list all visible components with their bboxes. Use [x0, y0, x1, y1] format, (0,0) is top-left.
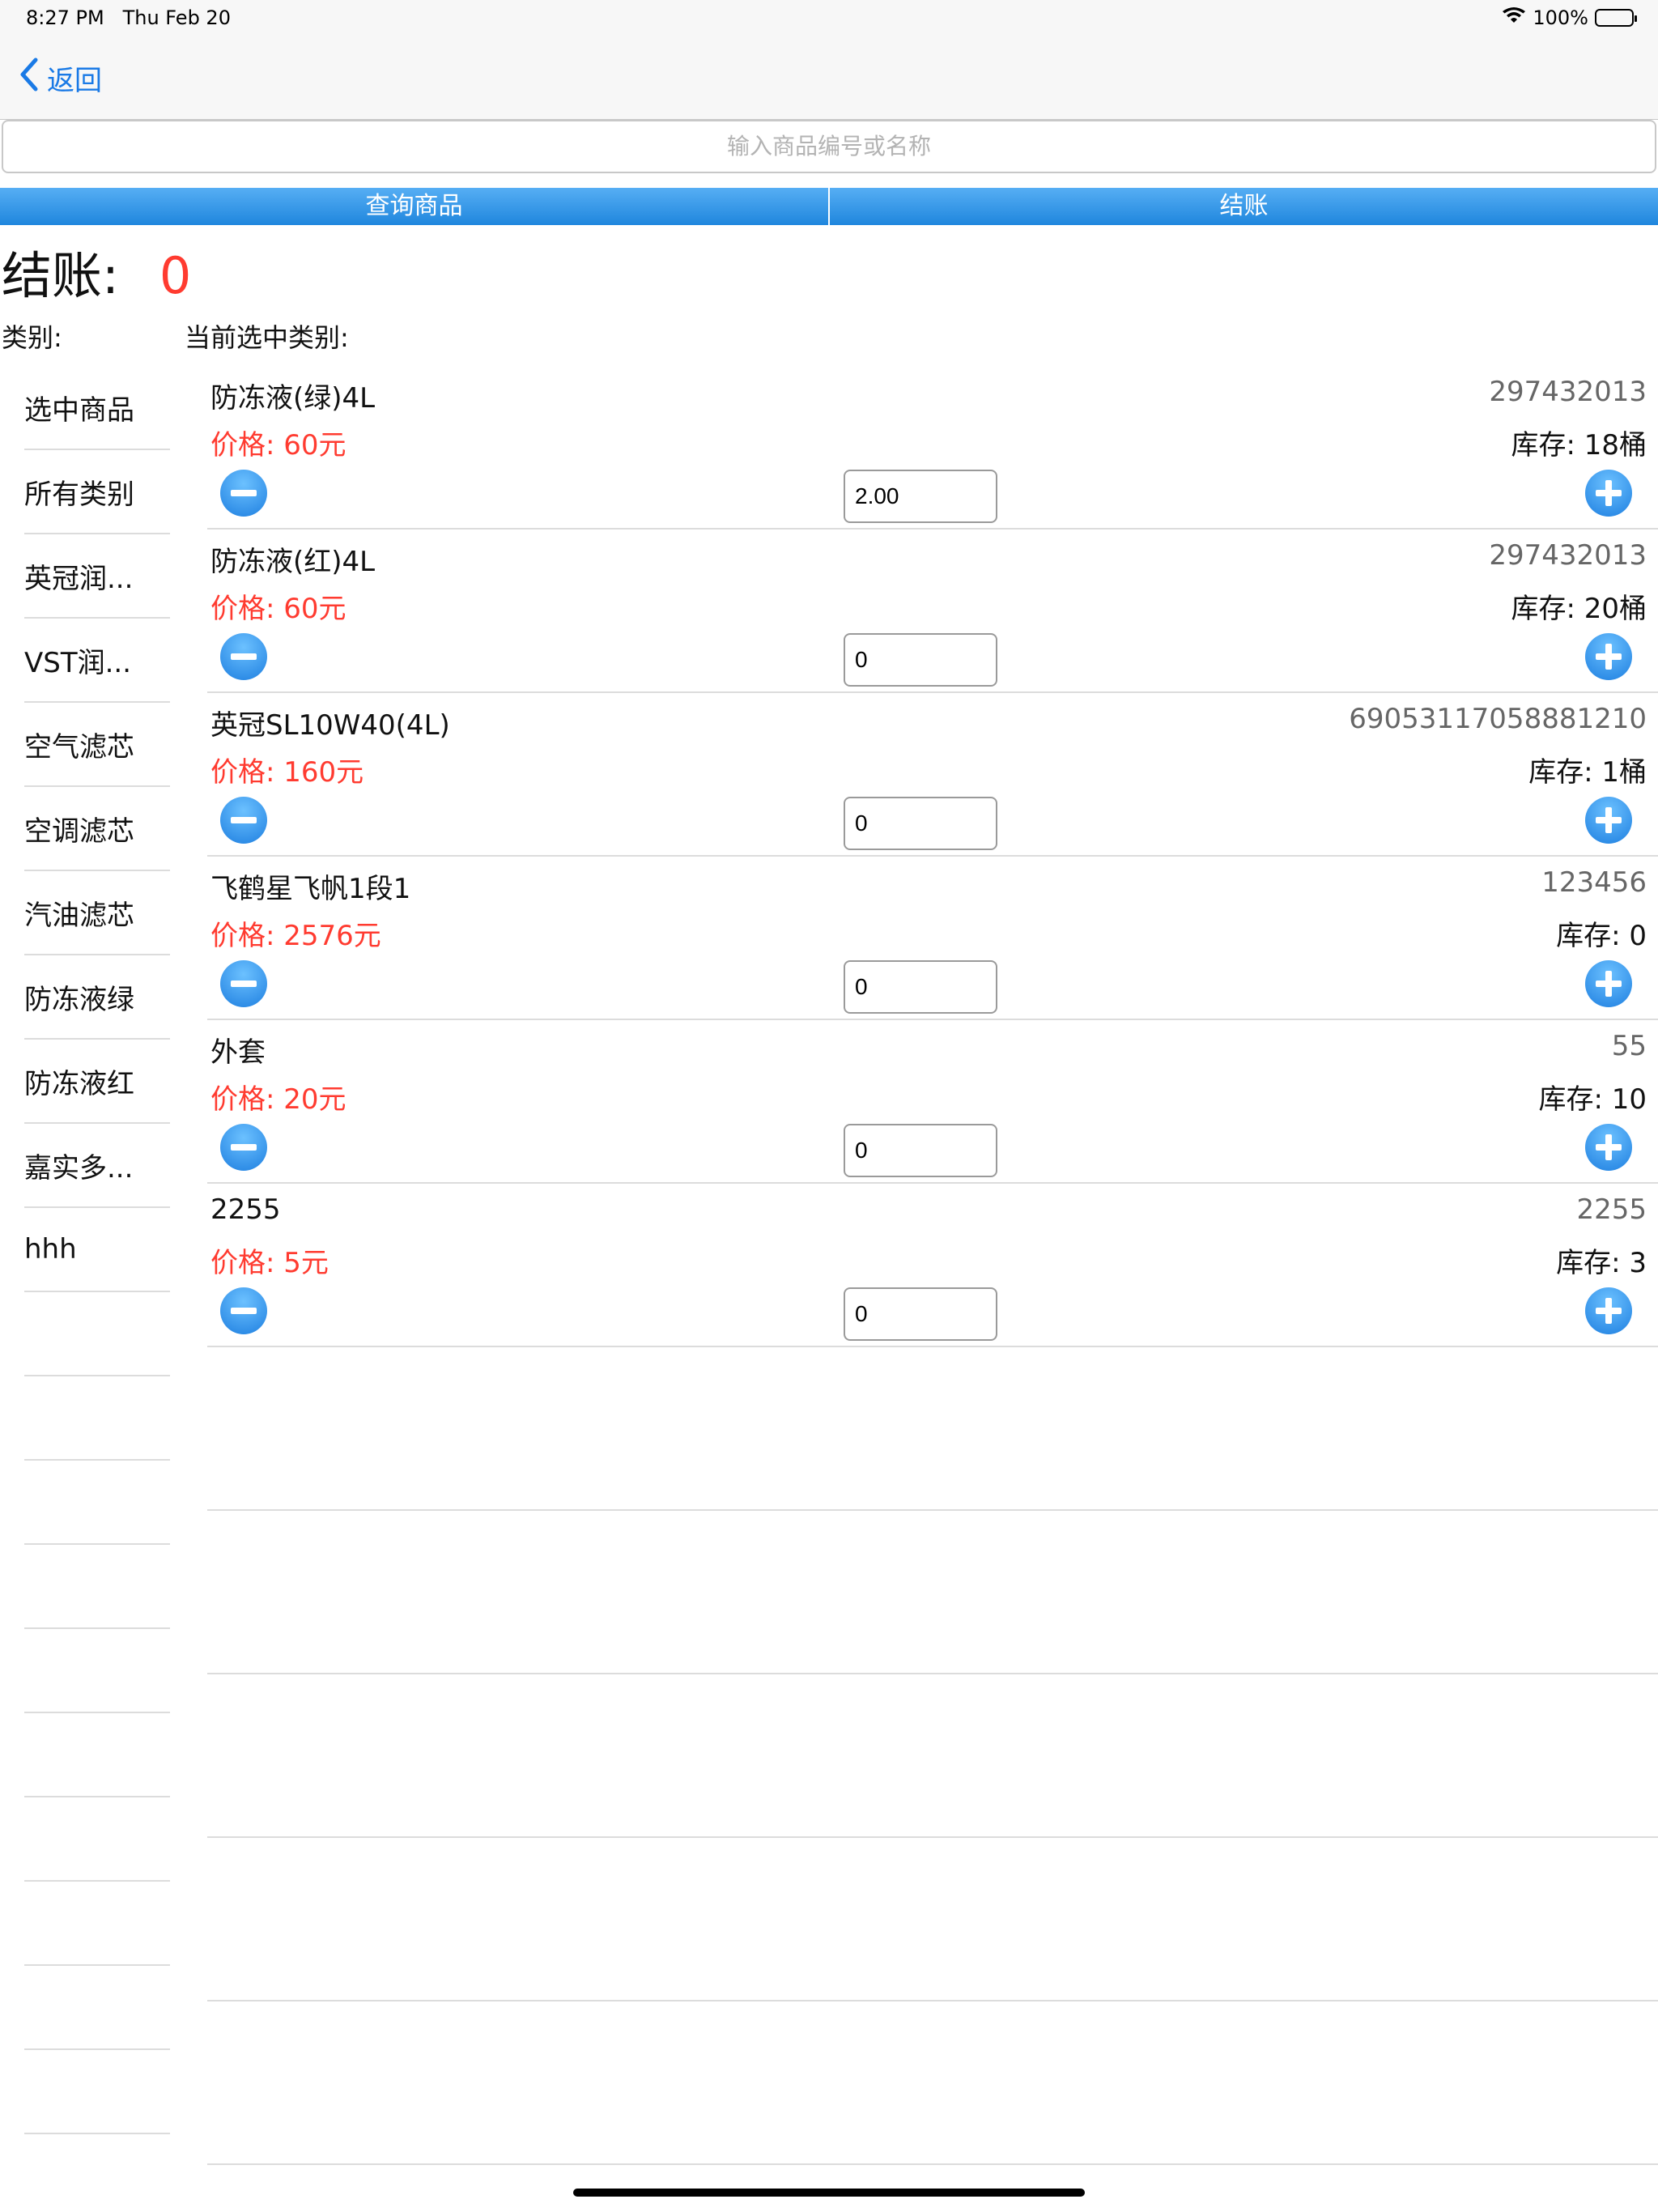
product-code: 297432013 [1489, 539, 1647, 572]
product-code: 297432013 [1489, 376, 1647, 408]
checkout-label: 结账: [2, 246, 119, 305]
quantity-input[interactable] [844, 797, 997, 850]
product-stock: 库存: 1桶 [1528, 756, 1647, 789]
category-empty-row [24, 1797, 170, 1882]
increase-quantity-button[interactable] [1585, 470, 1632, 517]
empty-row [207, 1511, 1658, 1674]
product-stock: 库存: 18桶 [1511, 429, 1647, 462]
category-item[interactable]: 英冠润... [24, 534, 170, 619]
status-time: 8:27 PM Thu Feb 20 [26, 6, 231, 29]
quantity-input[interactable] [844, 470, 997, 523]
wifi-icon [1502, 6, 1526, 29]
category-empty-row [24, 1545, 170, 1629]
decrease-quantity-button[interactable] [220, 797, 267, 844]
tab-bar: 查询商品 结账 [0, 188, 1658, 225]
increase-quantity-button[interactable] [1585, 633, 1632, 680]
category-item[interactable]: 嘉实多... [24, 1124, 170, 1208]
category-empty-row [24, 1376, 170, 1461]
product-stock: 库存: 3 [1556, 1247, 1647, 1279]
increase-quantity-button[interactable] [1585, 960, 1632, 1007]
product-row: 防冻液(绿)4L 297432013 价格: 60元 库存: 18桶 [207, 366, 1658, 530]
product-name: 防冻液(绿)4L [210, 382, 376, 415]
increase-quantity-button[interactable] [1585, 1124, 1632, 1171]
increase-quantity-button[interactable] [1585, 1287, 1632, 1334]
empty-row [207, 1674, 1658, 1838]
checkout-summary: 结账: 0 [2, 235, 191, 308]
home-indicator [573, 2189, 1085, 2197]
product-code: 55 [1611, 1030, 1647, 1062]
product-price: 价格: 60元 [210, 429, 346, 462]
quantity-input[interactable] [844, 1287, 997, 1341]
battery-percentage: 100% [1533, 6, 1588, 29]
chevron-left-icon [18, 57, 40, 100]
category-item[interactable]: 选中商品 [24, 366, 170, 450]
status-bar: 8:27 PM Thu Feb 20 100% [0, 0, 1658, 36]
back-label: 返回 [47, 65, 102, 97]
product-row: 英冠SL10W40(4L) 69053117058881210 价格: 160元… [207, 693, 1658, 857]
navigation-bar: 返回 [0, 36, 1658, 120]
category-item[interactable]: 空调滤芯 [24, 787, 170, 871]
category-empty-row [24, 2050, 170, 2134]
category-empty-row [24, 1292, 170, 1376]
current-category-heading: 当前选中类别: [185, 322, 349, 353]
product-stock: 库存: 20桶 [1511, 593, 1647, 625]
category-item[interactable]: hhh [24, 1208, 170, 1292]
category-item[interactable]: 防冻液红 [24, 1040, 170, 1124]
empty-row [207, 2001, 1658, 2165]
category-item[interactable]: 空气滤芯 [24, 703, 170, 787]
product-price: 价格: 5元 [210, 1247, 329, 1279]
increase-quantity-button[interactable] [1585, 797, 1632, 844]
decrease-quantity-button[interactable] [220, 633, 267, 680]
category-item[interactable]: 汽油滤芯 [24, 871, 170, 955]
empty-row [207, 1838, 1658, 2001]
category-empty-row [24, 1882, 170, 1966]
tab-search-products[interactable]: 查询商品 [0, 188, 828, 225]
category-empty-row [24, 1713, 170, 1797]
product-row: 飞鹤星飞帆1段1 123456 价格: 2576元 库存: 0 [207, 857, 1658, 1020]
empty-row [207, 1347, 1658, 1511]
quantity-input[interactable] [844, 633, 997, 687]
product-name: 2255 [210, 1193, 281, 1226]
checkout-total: 0 [159, 246, 192, 305]
product-price: 价格: 60元 [210, 593, 346, 625]
decrease-quantity-button[interactable] [220, 960, 267, 1007]
product-price: 价格: 20元 [210, 1083, 346, 1116]
category-list: 选中商品 所有类别 英冠润... VST润... 空气滤芯 空调滤芯 汽油滤芯 … [24, 366, 170, 2134]
product-row: 外套 55 价格: 20元 库存: 10 [207, 1020, 1658, 1184]
product-name: 外套 [210, 1036, 266, 1069]
product-row: 2255 2255 价格: 5元 库存: 3 [207, 1184, 1658, 1347]
category-item[interactable]: VST润... [24, 619, 170, 703]
product-code: 2255 [1576, 1193, 1647, 1226]
product-row: 防冻液(红)4L 297432013 价格: 60元 库存: 20桶 [207, 530, 1658, 693]
quantity-input[interactable] [844, 960, 997, 1014]
category-item[interactable]: 所有类别 [24, 450, 170, 534]
decrease-quantity-button[interactable] [220, 470, 267, 517]
battery-icon [1595, 9, 1637, 27]
status-right: 100% [1502, 6, 1637, 29]
category-empty-row [24, 1966, 170, 2050]
product-price: 价格: 160元 [210, 756, 364, 789]
category-empty-row [24, 1461, 170, 1545]
category-item[interactable]: 防冻液绿 [24, 955, 170, 1040]
product-name: 英冠SL10W40(4L) [210, 709, 450, 742]
quantity-input[interactable] [844, 1124, 997, 1177]
product-stock: 库存: 0 [1556, 920, 1647, 952]
product-code: 69053117058881210 [1349, 703, 1647, 735]
back-button[interactable]: 返回 [18, 57, 102, 100]
product-price: 价格: 2576元 [210, 920, 381, 952]
decrease-quantity-button[interactable] [220, 1124, 267, 1171]
search-input[interactable] [2, 120, 1656, 173]
categories-heading: 类别: [2, 322, 62, 353]
decrease-quantity-button[interactable] [220, 1287, 267, 1334]
product-code: 123456 [1541, 866, 1647, 899]
tab-checkout[interactable]: 结账 [828, 188, 1658, 225]
product-stock: 库存: 10 [1538, 1083, 1647, 1116]
product-name: 防冻液(红)4L [210, 546, 376, 578]
category-empty-row [24, 1629, 170, 1713]
product-list: 防冻液(绿)4L 297432013 价格: 60元 库存: 18桶 防冻液(红… [193, 366, 1658, 2165]
product-name: 飞鹤星飞帆1段1 [210, 873, 411, 905]
